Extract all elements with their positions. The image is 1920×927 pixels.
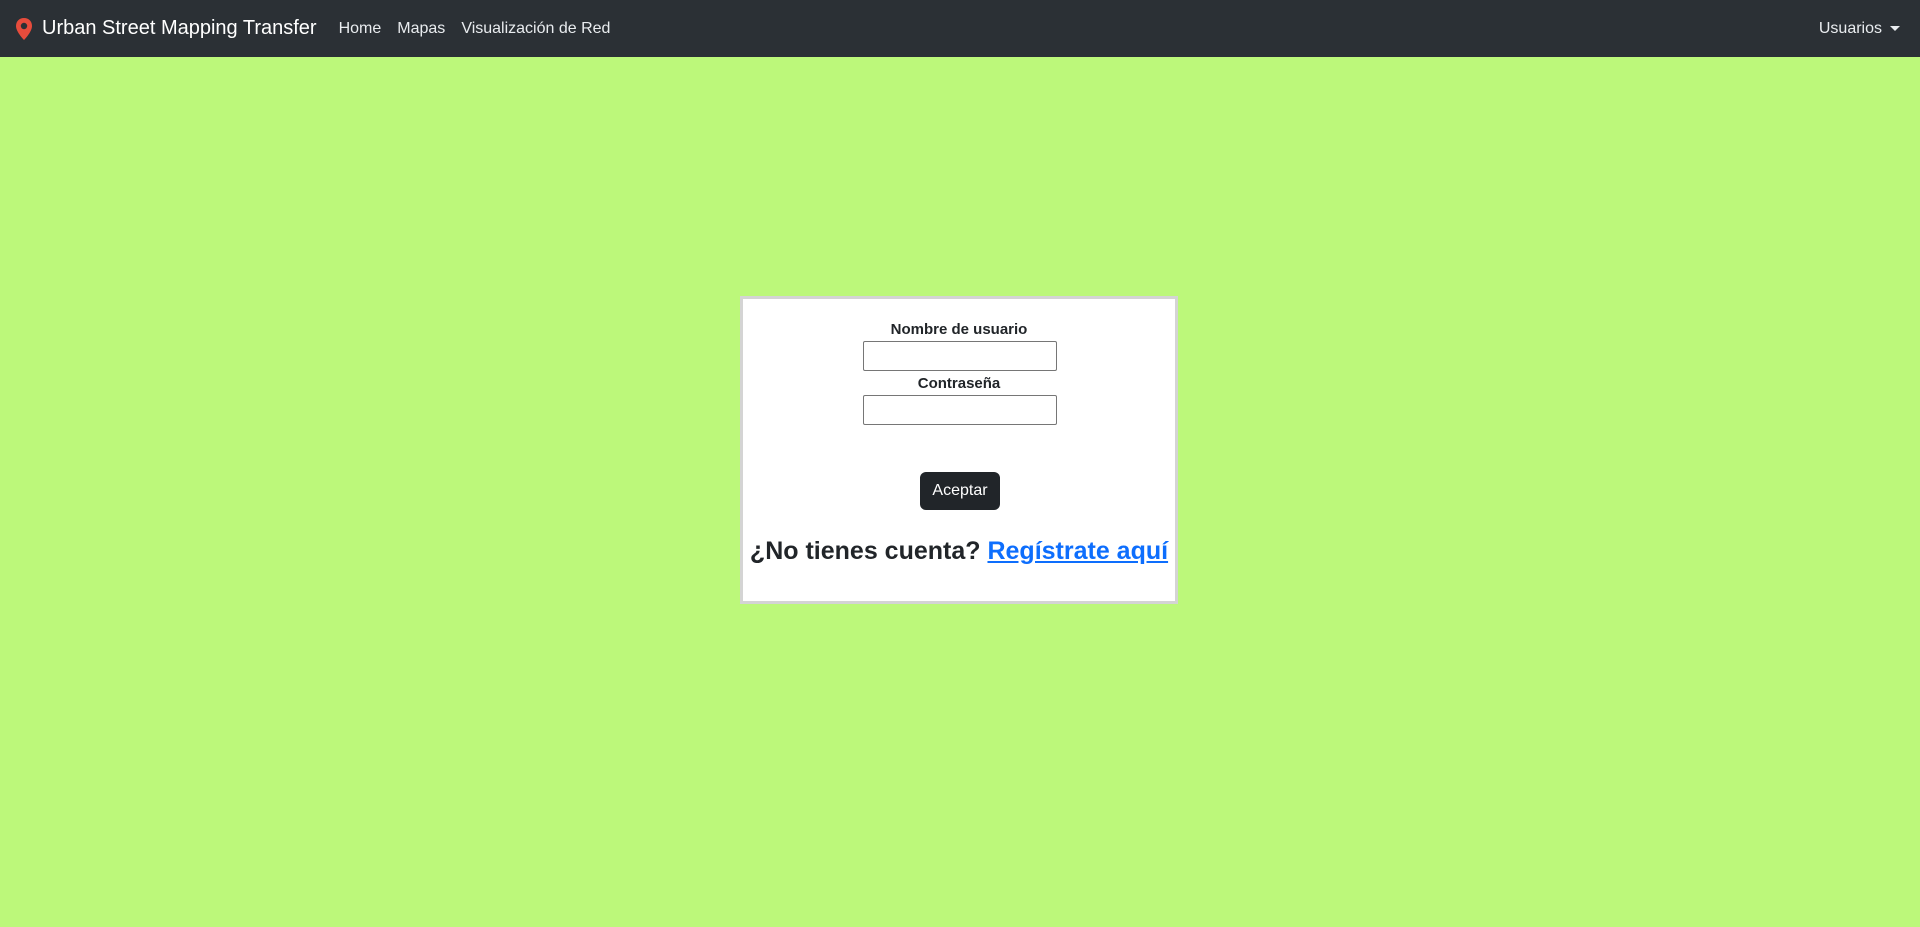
nav-link-mapas[interactable]: Mapas bbox=[397, 20, 445, 38]
register-prompt-line: ¿No tienes cuenta? Regístrate aquí bbox=[743, 537, 1175, 566]
brand-link[interactable]: Urban Street Mapping Transfer bbox=[14, 17, 317, 41]
username-input[interactable] bbox=[863, 341, 1057, 371]
map-pin-icon bbox=[14, 17, 34, 41]
users-dropdown-label: Usuarios bbox=[1818, 19, 1882, 37]
caret-down-icon bbox=[1890, 26, 1900, 31]
username-label: Nombre de usuario bbox=[890, 321, 1028, 338]
password-input[interactable] bbox=[863, 395, 1057, 425]
top-navbar: Urban Street Mapping Transfer Home Mapas… bbox=[0, 0, 1920, 57]
nav-link-home[interactable]: Home bbox=[339, 20, 382, 38]
accept-button[interactable]: Aceptar bbox=[920, 472, 1000, 510]
register-prompt-text: ¿No tienes cuenta? bbox=[749, 537, 981, 565]
nav-link-visualizacion[interactable]: Visualización de Red bbox=[461, 20, 610, 38]
register-link[interactable]: Regístrate aquí bbox=[987, 537, 1168, 565]
login-card: Nombre de usuario Contraseña Aceptar ¿No… bbox=[740, 296, 1178, 604]
brand-title: Urban Street Mapping Transfer bbox=[42, 17, 317, 39]
password-label: Contraseña bbox=[917, 375, 1001, 392]
users-dropdown[interactable]: Usuarios bbox=[1819, 0, 1900, 57]
